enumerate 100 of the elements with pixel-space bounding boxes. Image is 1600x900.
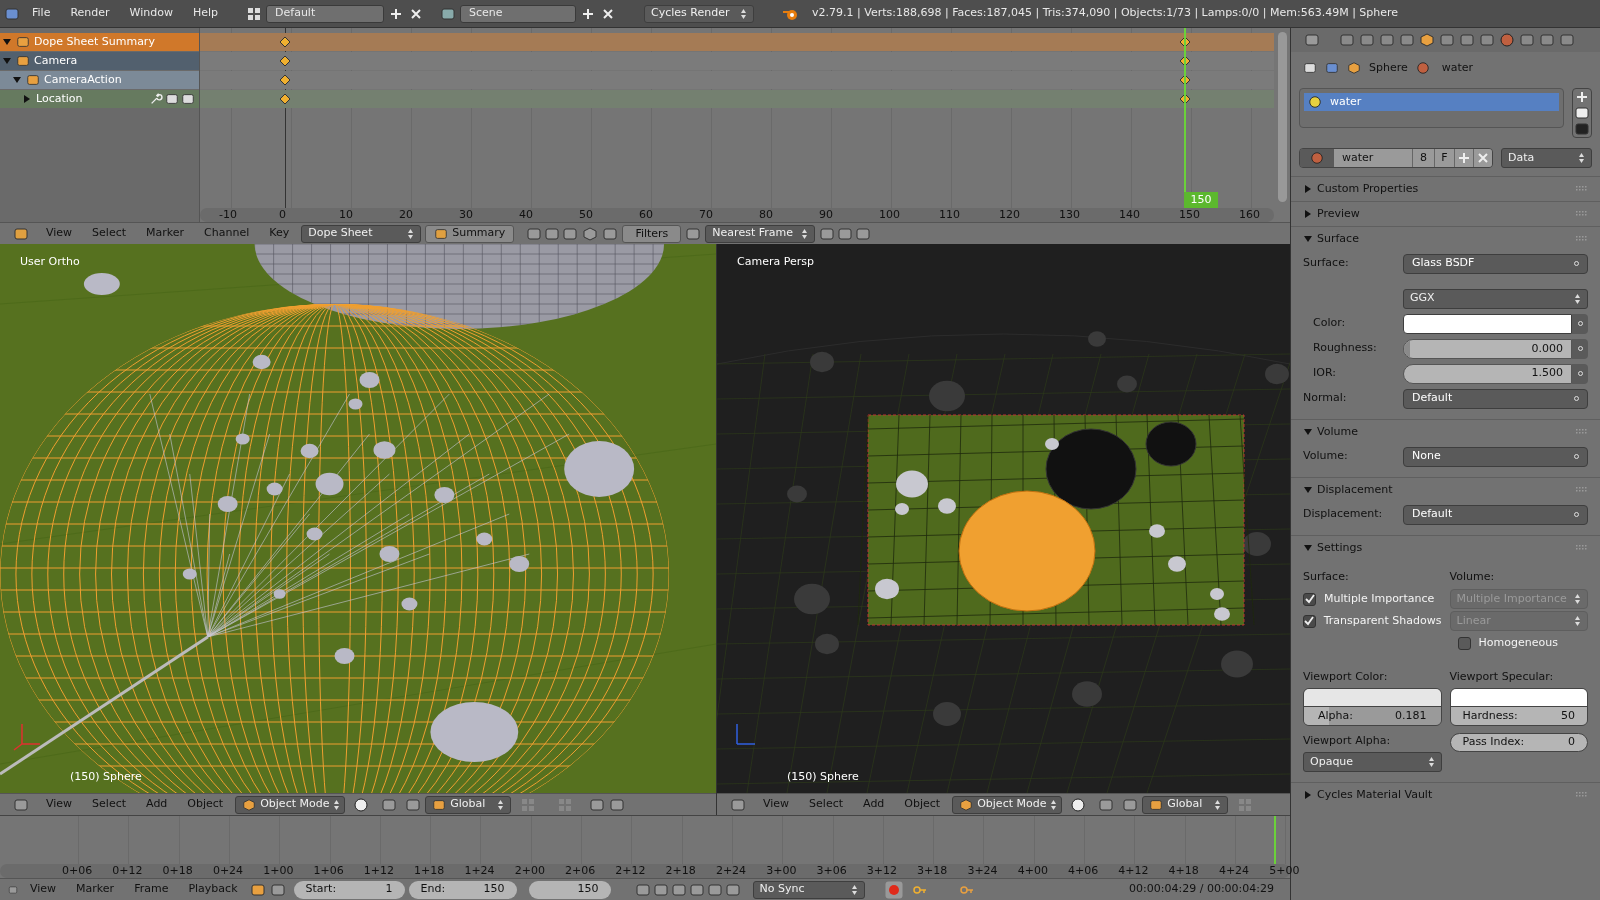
view-label: User Ortho bbox=[20, 254, 80, 270]
menu-item[interactable]: Object bbox=[896, 796, 949, 813]
expand-triangle-icon[interactable] bbox=[1303, 234, 1313, 244]
menu-item[interactable]: File bbox=[24, 5, 59, 22]
info-icon[interactable] bbox=[4, 5, 20, 22]
ruler-label: 1+06 bbox=[313, 864, 344, 878]
alpha-mode-dropdown[interactable]: Opaque bbox=[1303, 752, 1442, 772]
record-button[interactable] bbox=[884, 880, 903, 899]
menu-item[interactable]: View bbox=[38, 796, 81, 813]
node-dropdown[interactable]: Default bbox=[1403, 388, 1588, 409]
menu-item[interactable]: Marker bbox=[68, 881, 123, 898]
color-swatch[interactable] bbox=[1304, 689, 1441, 707]
expand-triangle-icon[interactable] bbox=[22, 94, 32, 104]
menu-item[interactable]: View bbox=[755, 796, 798, 813]
menu-item[interactable]: Object bbox=[179, 796, 232, 813]
expand-triangle-icon[interactable] bbox=[1303, 543, 1313, 553]
filters-button[interactable]: Filters bbox=[622, 224, 682, 243]
ruler-label: 2+12 bbox=[615, 864, 646, 878]
panel-title[interactable]: Preview bbox=[1317, 205, 1572, 223]
ruler-label: 2+18 bbox=[665, 864, 696, 878]
distribution-dropdown[interactable]: GGX bbox=[1403, 288, 1588, 309]
start-field[interactable]: Start: 1 bbox=[293, 880, 405, 899]
alpha-slider[interactable]: Alpha: 0.181 bbox=[1304, 707, 1441, 725]
socket-button[interactable] bbox=[1572, 313, 1588, 334]
node-dropdown[interactable]: Glass BSDF bbox=[1403, 253, 1588, 274]
expand-triangle-icon[interactable] bbox=[12, 75, 22, 85]
panel-title[interactable]: Settings bbox=[1317, 539, 1572, 557]
panel-title[interactable]: Volume bbox=[1317, 423, 1572, 441]
expand-triangle-icon[interactable] bbox=[2, 37, 12, 47]
menu-item[interactable]: Window bbox=[121, 5, 181, 22]
material-icon[interactable] bbox=[1497, 32, 1517, 48]
hardness-field[interactable]: Hardness: 50 bbox=[1450, 707, 1587, 725]
color-swatch[interactable] bbox=[1450, 689, 1587, 707]
menu-item[interactable]: Add bbox=[855, 796, 893, 813]
orientation-dropdown[interactable]: Global bbox=[425, 795, 512, 814]
menu-item[interactable]: Select bbox=[84, 225, 135, 242]
sync-dropdown[interactable]: No Sync bbox=[752, 880, 865, 899]
pass-index-field[interactable]: Pass Index: 0 bbox=[1449, 733, 1588, 752]
roughness-slider[interactable]: 0.000 bbox=[1403, 338, 1572, 359]
ruler-label: 20 bbox=[399, 208, 413, 222]
ruler-label: 0 bbox=[279, 208, 286, 222]
panel-title[interactable]: Surface bbox=[1317, 230, 1572, 248]
menu-item[interactable]: Frame bbox=[126, 881, 177, 898]
node-dropdown[interactable]: Default bbox=[1403, 504, 1588, 525]
panel-title[interactable]: Cycles Material Vault bbox=[1317, 786, 1572, 804]
channel-row[interactable]: Camera bbox=[0, 52, 199, 70]
checkbox[interactable] bbox=[1303, 614, 1316, 628]
expand-triangle-icon[interactable] bbox=[1303, 184, 1313, 194]
checkbox[interactable] bbox=[1303, 592, 1316, 606]
up-down-arrows-icon bbox=[407, 227, 415, 240]
channel-row[interactable]: CameraAction bbox=[0, 71, 199, 89]
up-down-arrows-icon bbox=[740, 7, 748, 20]
snap-dropdown[interactable]: Nearest Frame bbox=[705, 224, 816, 243]
socket-button[interactable] bbox=[1572, 338, 1588, 359]
layout-field[interactable]: Default bbox=[266, 4, 385, 23]
menu-item[interactable]: Select bbox=[84, 796, 135, 813]
menu-item[interactable]: Help bbox=[184, 5, 227, 22]
menu-item[interactable]: View bbox=[22, 881, 65, 898]
cube-icon[interactable] bbox=[1417, 32, 1437, 48]
menu-item[interactable]: Key bbox=[261, 225, 298, 242]
number-field[interactable]: 1.500 bbox=[1403, 363, 1572, 384]
ruler-label: 60 bbox=[639, 208, 653, 222]
panel-title[interactable]: Custom Properties bbox=[1317, 180, 1572, 198]
menu-item[interactable]: Playback bbox=[180, 881, 246, 898]
orientation-dropdown[interactable]: Global bbox=[1142, 795, 1229, 814]
channel-row[interactable]: Dope Sheet Summary bbox=[0, 33, 199, 51]
menu-item[interactable]: View bbox=[38, 225, 81, 242]
material-slot[interactable]: water bbox=[1304, 93, 1559, 111]
expand-triangle-icon[interactable] bbox=[1303, 209, 1313, 219]
expand-triangle-icon[interactable] bbox=[2, 56, 12, 66]
color-swatch[interactable] bbox=[1403, 313, 1572, 334]
checkbox[interactable] bbox=[1457, 636, 1471, 650]
menu-item[interactable]: Render bbox=[62, 5, 118, 22]
current-frame-field[interactable]: 150 bbox=[528, 880, 611, 899]
node-dropdown[interactable]: None bbox=[1403, 446, 1588, 467]
scene-field[interactable]: Scene bbox=[460, 4, 577, 23]
menu-item[interactable]: Add bbox=[138, 796, 176, 813]
ruler-label: 50 bbox=[579, 208, 593, 222]
channel-row[interactable]: Location bbox=[0, 90, 199, 108]
panel-title[interactable]: Displacement bbox=[1317, 481, 1572, 499]
mode-dropdown[interactable]: Dope Sheet bbox=[301, 224, 422, 243]
end-field[interactable]: End: 150 bbox=[408, 880, 517, 899]
render-engine-dropdown[interactable]: Cycles Render bbox=[644, 4, 755, 23]
mode-dropdown[interactable]: Object Mode bbox=[235, 795, 346, 814]
cube-icon bbox=[959, 796, 974, 813]
expand-triangle-icon[interactable] bbox=[1303, 427, 1313, 437]
grid-icon[interactable] bbox=[246, 5, 263, 22]
socket-button[interactable] bbox=[1572, 363, 1588, 384]
up-down-arrows-icon bbox=[1574, 292, 1581, 305]
expand-triangle-icon[interactable] bbox=[1303, 790, 1313, 800]
menu-item[interactable]: Select bbox=[801, 796, 852, 813]
mode-dropdown[interactable]: Object Mode bbox=[952, 795, 1063, 814]
object-info: (150) Sphere bbox=[787, 768, 859, 785]
breadcrumb-item[interactable]: Sphere bbox=[1369, 59, 1408, 77]
link-dropdown[interactable]: Data bbox=[1501, 148, 1592, 168]
breadcrumb-item[interactable]: water bbox=[1441, 59, 1474, 77]
menu-item[interactable]: Channel bbox=[196, 225, 258, 242]
summary-button[interactable]: Summary bbox=[425, 224, 515, 243]
menu-item[interactable]: Marker bbox=[138, 225, 193, 242]
expand-triangle-icon[interactable] bbox=[1303, 485, 1313, 495]
